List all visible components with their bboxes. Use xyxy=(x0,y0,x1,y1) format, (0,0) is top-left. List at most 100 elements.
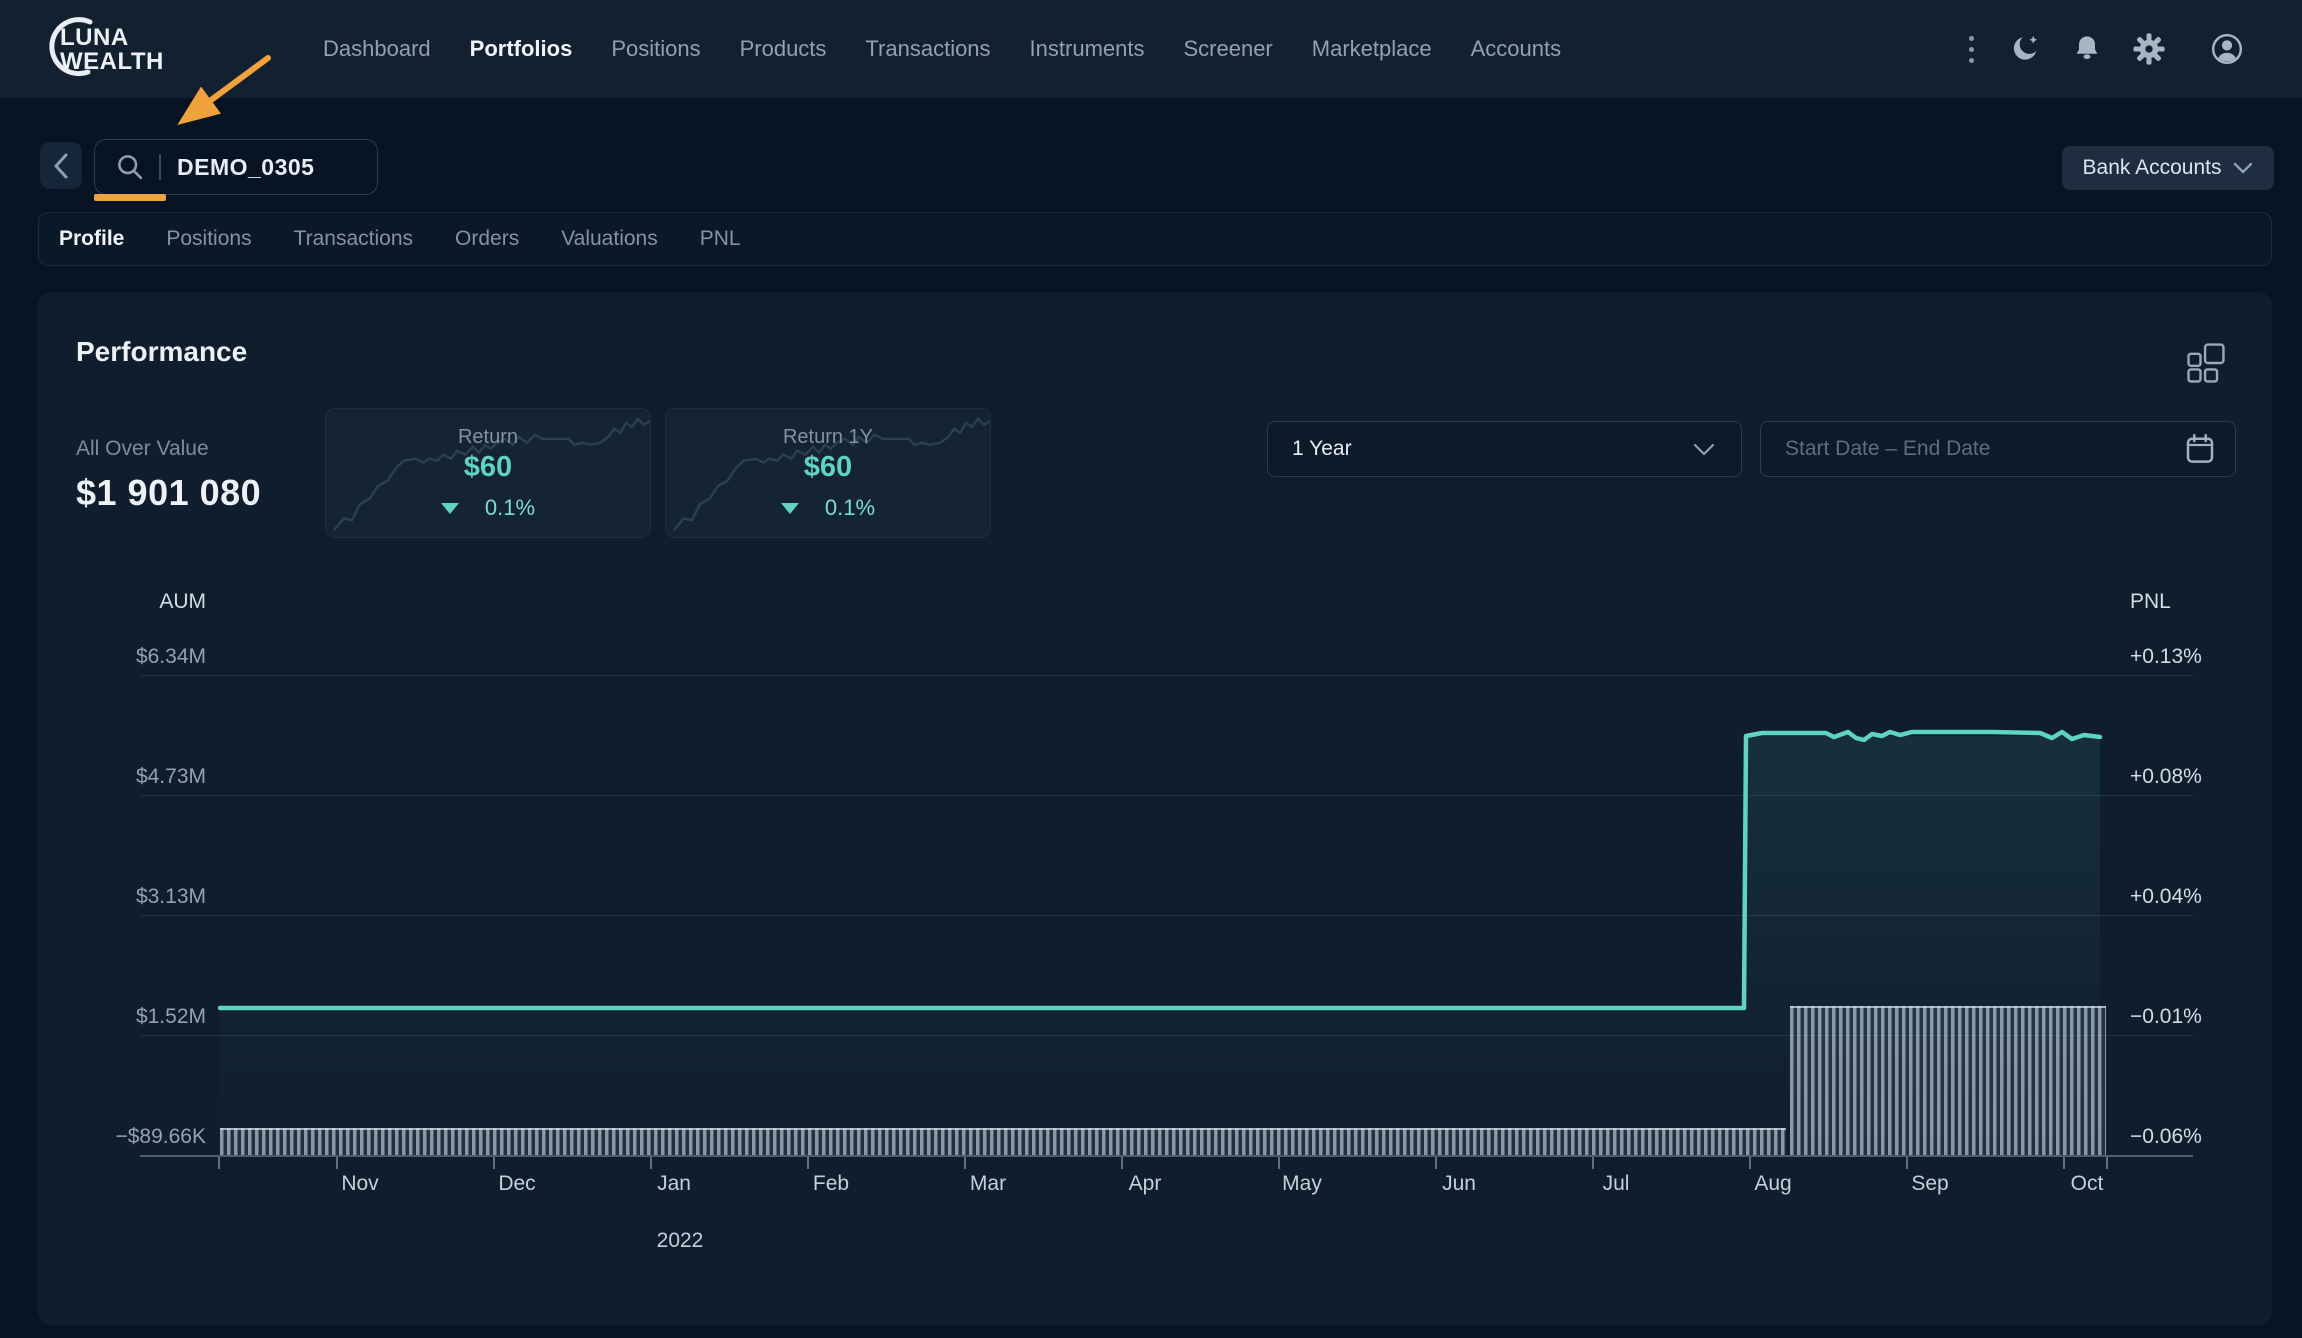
portfolio-search-box[interactable]: DEMO_0305 xyxy=(94,139,378,195)
primary-nav-menu: Dashboard Portfolios Positions Products … xyxy=(323,0,1561,98)
chevron-down-icon xyxy=(1693,443,1715,456)
widgets-grid-icon[interactable] xyxy=(2183,340,2229,391)
tick xyxy=(218,1157,220,1169)
return-1y-card-label: Return 1Y xyxy=(783,426,873,449)
date-range-picker[interactable] xyxy=(1760,421,2236,477)
chevron-down-icon xyxy=(2233,162,2253,174)
portfolio-page: LUNA WEALTH Dashboard Portfolios Positio… xyxy=(0,0,2302,1338)
nav-action-icons xyxy=(1969,0,2244,98)
bank-accounts-label: Bank Accounts xyxy=(2083,156,2222,180)
settings-gear-icon[interactable] xyxy=(2132,32,2166,66)
tick xyxy=(1435,1157,1437,1169)
dark-mode-icon[interactable] xyxy=(2008,32,2042,66)
calendar-icon[interactable] xyxy=(2185,433,2215,465)
tab-pnl[interactable]: PNL xyxy=(700,227,741,251)
user-avatar-icon[interactable] xyxy=(2210,32,2244,66)
tab-transactions[interactable]: Transactions xyxy=(294,227,413,251)
pnl-bars-small-segment xyxy=(220,1128,1786,1155)
right-axis-title: PNL xyxy=(2130,590,2171,614)
annotation-arrow xyxy=(140,36,290,140)
date-range-input[interactable] xyxy=(1785,437,2145,461)
period-select-value: 1 Year xyxy=(1292,437,1352,461)
return-card-change: 0.1% xyxy=(485,495,535,521)
nav-item-transactions[interactable]: Transactions xyxy=(865,36,990,62)
nav-item-marketplace[interactable]: Marketplace xyxy=(1312,36,1432,62)
top-navigation-bar: LUNA WEALTH Dashboard Portfolios Positio… xyxy=(0,0,2302,98)
gridline xyxy=(140,675,2193,676)
tick xyxy=(2106,1157,2108,1169)
triangle-down-icon xyxy=(441,503,459,514)
period-select[interactable]: 1 Year xyxy=(1267,421,1742,477)
tab-orders[interactable]: Orders xyxy=(455,227,519,251)
performance-title: Performance xyxy=(76,336,247,368)
x-axis-label: Nov xyxy=(320,1172,400,1198)
notifications-bell-icon[interactable] xyxy=(2070,32,2104,66)
bank-accounts-dropdown[interactable]: Bank Accounts xyxy=(2062,146,2274,190)
portfolio-id-text[interactable]: DEMO_0305 xyxy=(177,154,314,181)
y-axis-label-right: +0.08% xyxy=(2130,765,2290,791)
nav-item-instruments[interactable]: Instruments xyxy=(1030,36,1145,62)
tick xyxy=(807,1157,809,1169)
tick xyxy=(1906,1157,1908,1169)
tick xyxy=(1749,1157,1751,1169)
left-axis-title: AUM xyxy=(40,590,206,614)
tick xyxy=(493,1157,495,1169)
tick xyxy=(1278,1157,1280,1169)
y-axis-label-left: $1.52M xyxy=(40,1005,206,1031)
more-options-icon[interactable] xyxy=(1969,36,1974,63)
y-axis-label-right: −0.01% xyxy=(2130,1005,2290,1031)
x-axis-year-label: 2022 xyxy=(640,1229,720,1253)
tick xyxy=(964,1157,966,1169)
search-divider xyxy=(159,154,161,180)
return-card-label: Return xyxy=(458,426,518,449)
return-card-value: $60 xyxy=(464,451,512,484)
portfolio-tabs: Profile Positions Transactions Orders Va… xyxy=(38,212,2272,266)
x-axis-label: Mar xyxy=(948,1172,1028,1198)
y-axis-label-left: −$89.66K xyxy=(40,1125,206,1151)
tick xyxy=(1121,1157,1123,1169)
y-axis-label-right: −0.06% xyxy=(2130,1125,2290,1151)
x-axis-label: Sep xyxy=(1890,1172,1970,1198)
search-icon[interactable] xyxy=(115,152,145,182)
nav-item-portfolios[interactable]: Portfolios xyxy=(470,36,573,62)
y-axis-label-right: +0.13% xyxy=(2130,645,2290,671)
nav-item-screener[interactable]: Screener xyxy=(1183,36,1272,62)
return-1y-card-value: $60 xyxy=(804,451,852,484)
gridline xyxy=(140,915,2193,916)
tick xyxy=(1592,1157,1594,1169)
x-axis-label: Jul xyxy=(1576,1172,1656,1198)
x-axis-label: Apr xyxy=(1105,1172,1185,1198)
x-axis-label: May xyxy=(1262,1172,1342,1198)
pnl-bars-tall-segment xyxy=(1790,1006,2106,1155)
y-axis-label-left: $4.73M xyxy=(40,765,206,791)
tab-positions[interactable]: Positions xyxy=(166,227,251,251)
y-axis-label-right: +0.04% xyxy=(2130,885,2290,911)
tick xyxy=(2063,1157,2065,1169)
tab-profile[interactable]: Profile xyxy=(59,227,124,251)
back-button[interactable] xyxy=(40,142,82,189)
x-axis-baseline xyxy=(140,1155,2193,1157)
x-axis-label: Aug xyxy=(1733,1172,1813,1198)
nav-item-positions[interactable]: Positions xyxy=(611,36,700,62)
chevron-left-icon xyxy=(53,153,69,179)
return-card[interactable]: Return $60 0.1% xyxy=(325,408,651,538)
all-over-value-label: All Over Value xyxy=(76,437,209,461)
tick xyxy=(650,1157,652,1169)
y-axis-label-left: $3.13M xyxy=(40,885,206,911)
triangle-down-icon xyxy=(781,503,799,514)
nav-item-accounts[interactable]: Accounts xyxy=(1471,36,1562,62)
x-axis-label: Jun xyxy=(1419,1172,1499,1198)
return-1y-card-change: 0.1% xyxy=(825,495,875,521)
x-axis-label: Oct xyxy=(2047,1172,2127,1198)
tick xyxy=(336,1157,338,1169)
y-axis-label-left: $6.34M xyxy=(40,645,206,671)
x-axis-label: Jan xyxy=(634,1172,714,1198)
tab-valuations[interactable]: Valuations xyxy=(561,227,658,251)
all-over-value-amount: $1 901 080 xyxy=(76,472,261,514)
return-1y-card[interactable]: Return 1Y $60 0.1% xyxy=(665,408,991,538)
annotation-underline xyxy=(94,194,166,201)
x-axis-label: Feb xyxy=(791,1172,871,1198)
nav-item-dashboard[interactable]: Dashboard xyxy=(323,36,431,62)
nav-item-products[interactable]: Products xyxy=(740,36,827,62)
gridline xyxy=(140,795,2193,796)
